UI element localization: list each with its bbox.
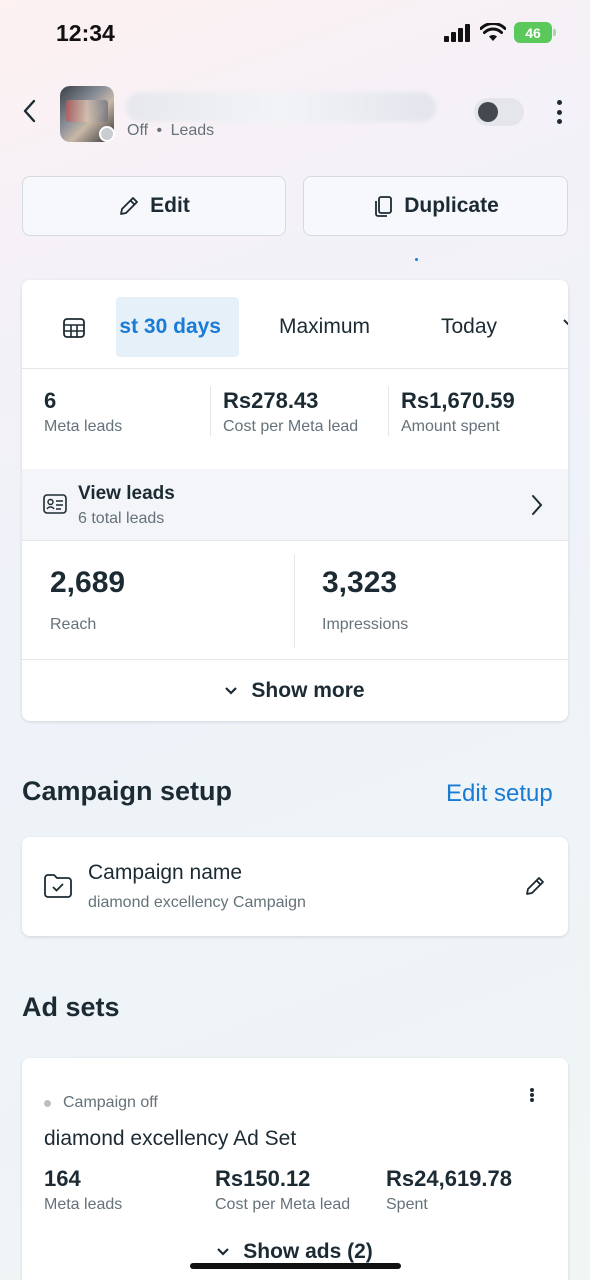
metric-value: Rs1,670.59 <box>401 388 515 413</box>
campaign-title-redacted <box>126 92 436 122</box>
contact-card-icon <box>43 494 67 514</box>
pencil-icon[interactable] <box>524 875 546 897</box>
show-ads-button[interactable]: Show ads (2) <box>22 1240 568 1264</box>
ad-set-metric-cost: Rs150.12 Cost per Meta lead <box>215 1166 350 1214</box>
metric-label: Spent <box>386 1196 428 1213</box>
show-ads-label: Show ads (2) <box>243 1240 373 1263</box>
ad-set-name: diamond excellency Ad Set <box>44 1127 297 1150</box>
chevron-down-icon <box>217 1248 230 1256</box>
status-icons: 46 <box>444 22 556 43</box>
campaign-status: Off <box>127 122 149 139</box>
page-indicator-dot <box>415 258 418 261</box>
metric-value: Rs278.43 <box>223 388 319 413</box>
date-range-tabs: st 30 days Maximum Today <box>22 280 568 369</box>
metric-reach: 2,689 Reach <box>50 566 125 634</box>
impressions-label: Impressions <box>322 616 409 633</box>
ad-set-status: Campaign off <box>63 1094 158 1111</box>
campaign-name-card[interactable]: Campaign name diamond excellency Campaig… <box>22 837 568 936</box>
metric-label: Cost per Meta lead <box>223 418 359 435</box>
tab-last-30-days[interactable]: st 30 days <box>116 297 239 357</box>
metric-amount-spent: Rs1,670.59 Amount spent <box>401 388 515 436</box>
performance-card: st 30 days Maximum Today 6 Meta leads Rs… <box>22 280 568 721</box>
chevron-down-icon[interactable] <box>562 310 568 340</box>
view-leads-row[interactable]: View leads 6 total leads <box>22 469 568 541</box>
metric-label: Cost per Meta lead <box>215 1196 351 1213</box>
metric-meta-leads: 6 Meta leads <box>44 388 122 436</box>
duplicate-icon <box>375 196 393 217</box>
metric-value: Rs150.12 <box>215 1166 311 1191</box>
edit-setup-link[interactable]: Edit setup <box>446 780 553 808</box>
folder-check-icon <box>44 874 72 898</box>
reach-value: 2,689 <box>50 566 126 599</box>
duplicate-button-label: Duplicate <box>404 194 499 217</box>
more-options-icon[interactable] <box>552 98 566 126</box>
impressions-value: 3,323 <box>322 566 398 599</box>
campaign-name-label: Campaign name <box>88 861 243 884</box>
calendar-grid-icon[interactable] <box>62 316 86 340</box>
toggle-knob <box>478 102 498 122</box>
back-arrow-icon[interactable] <box>18 96 42 126</box>
status-separator: • <box>156 122 163 139</box>
tab-today[interactable]: Today <box>441 315 497 339</box>
battery-level: 46 <box>525 24 541 41</box>
pencil-icon <box>120 197 139 215</box>
view-leads-title: View leads <box>78 483 175 504</box>
view-leads-subtitle: 6 total leads <box>78 510 165 527</box>
home-indicator <box>190 1263 401 1269</box>
ad-set-metric-spent: Rs24,619.78 Spent <box>386 1166 512 1214</box>
cellular-signal-icon <box>444 23 470 42</box>
reach-label: Reach <box>50 616 97 633</box>
metric-impressions: 3,323 Impressions <box>322 566 408 634</box>
show-more-label: Show more <box>251 678 365 702</box>
edit-button-label: Edit <box>150 194 190 217</box>
metric-label: Meta leads <box>44 1196 123 1213</box>
metric-cost-per-lead: Rs278.43 Cost per Meta lead <box>223 388 358 436</box>
chevron-right-icon <box>532 495 543 515</box>
battery-icon: 46 <box>514 22 556 43</box>
campaign-setup-title: Campaign setup <box>22 776 233 806</box>
status-indicator-dot <box>99 126 115 142</box>
metric-value: 164 <box>44 1166 81 1191</box>
metric-label: Meta leads <box>44 418 123 435</box>
show-more-button[interactable]: Show more <box>22 659 568 721</box>
tab-maximum[interactable]: Maximum <box>279 315 370 339</box>
chevron-down-icon <box>225 686 238 695</box>
divider <box>294 554 295 648</box>
campaign-objective: Leads <box>170 122 215 139</box>
divider <box>210 386 211 436</box>
campaign-name-value: diamond excellency Campaign <box>88 894 306 911</box>
ad-set-metric-leads: 164 Meta leads <box>44 1166 122 1214</box>
metric-value: 6 <box>44 388 57 413</box>
edit-button[interactable]: Edit <box>22 176 286 236</box>
ad-set-more-icon[interactable] <box>525 1086 539 1104</box>
metric-value: Rs24,619.78 <box>386 1166 512 1191</box>
divider <box>388 386 389 436</box>
status-dot <box>44 1100 51 1107</box>
ad-sets-title: Ad sets <box>22 992 120 1022</box>
ad-set-card[interactable]: Campaign off diamond excellency Ad Set 1… <box>22 1058 568 1280</box>
wifi-icon <box>480 22 506 41</box>
campaign-substatus: Off • Leads <box>127 122 214 140</box>
duplicate-button[interactable]: Duplicate <box>303 176 568 236</box>
status-time: 12:34 <box>56 20 115 46</box>
metric-label: Amount spent <box>401 418 500 435</box>
